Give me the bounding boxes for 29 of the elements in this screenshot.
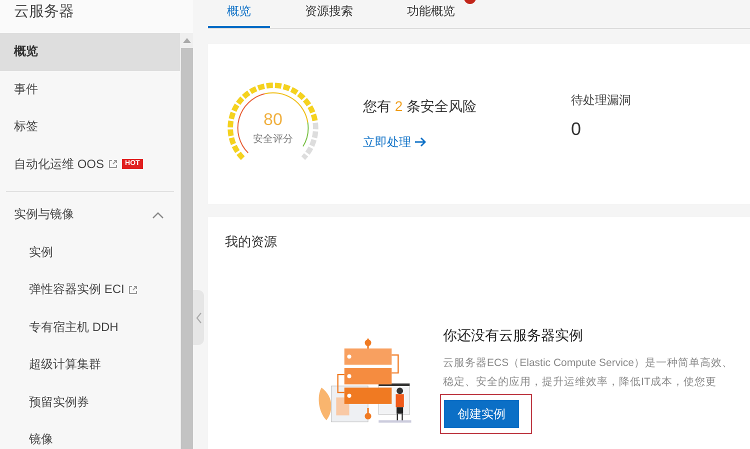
sidebar-item[interactable]: 标签 <box>0 108 180 146</box>
sidebar-item[interactable]: 事件 <box>0 70 180 108</box>
collapse-handle[interactable] <box>193 290 204 345</box>
sidebar-item[interactable]: 概览 <box>0 33 180 70</box>
sidebar-item[interactable]: 实例 <box>0 234 180 271</box>
pending-vuln-count: 0 <box>571 119 582 140</box>
sidebar-item[interactable]: 镜像 <box>0 421 180 449</box>
security-score: 80 <box>264 110 282 130</box>
score-label: 安全评分 <box>253 132 293 146</box>
tab[interactable]: 资源搜索 <box>286 0 372 28</box>
scroll-up-icon[interactable] <box>182 38 190 43</box>
scrollbar[interactable] <box>180 33 193 449</box>
tab[interactable]: 功能概览 <box>388 0 474 28</box>
pending-vuln-label: 待处理漏洞 <box>571 92 631 109</box>
sidebar-item[interactable]: 预留实例券 <box>0 384 180 421</box>
arrow-right-icon <box>415 137 427 147</box>
sidebar-item[interactable]: 超级计算集群 <box>0 346 180 384</box>
tab[interactable]: 概览 <box>208 0 270 28</box>
empty-state-title: 你还没有云服务器实例 <box>443 327 584 345</box>
sidebar-group-header[interactable]: 实例与镜像 <box>0 196 180 234</box>
chevron-left-icon <box>196 312 202 324</box>
create-instance-button[interactable]: 创建实例 <box>444 400 520 428</box>
handle-now-link[interactable]: 立即处理 <box>363 134 427 150</box>
description-line: 云服务器ECS（Elastic Compute Service）是一种简单高效、 <box>443 356 733 371</box>
sidebar-item[interactable]: 专有宿主机 DDH <box>0 308 180 346</box>
sidebar-item[interactable]: 弹性容器实例 ECI <box>0 271 180 308</box>
risk-summary: 您有 2 条安全风险 <box>363 98 478 116</box>
card-title: 我的资源 <box>225 233 278 251</box>
description-line: 稳定、安全的应用，提升运维效率，降低IT成本，使您更 <box>443 375 718 390</box>
